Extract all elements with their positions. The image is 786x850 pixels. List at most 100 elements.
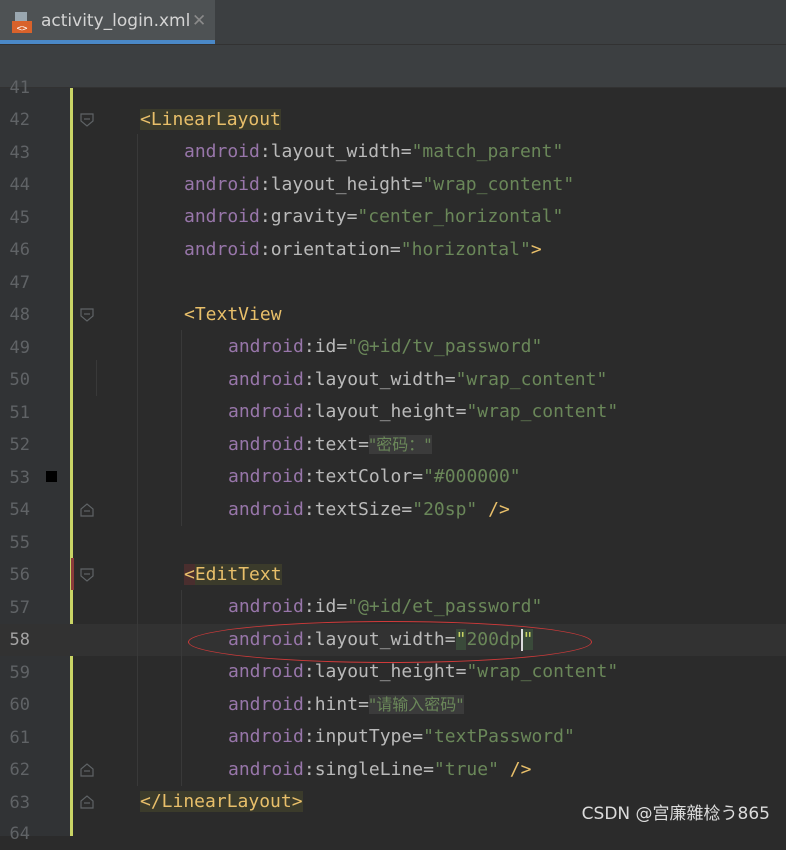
- editor-tab-bar: <> activity_login.xml ✕: [0, 0, 786, 45]
- equals: =: [346, 206, 358, 227]
- xml-tag-bracket: <: [184, 564, 195, 585]
- attribute-name: layout_width: [270, 141, 401, 162]
- colon: :: [303, 369, 315, 390]
- attribute-value: "horizontal": [400, 239, 531, 260]
- fold-icon[interactable]: [80, 503, 94, 517]
- line-number: 62: [9, 760, 30, 780]
- equals: =: [423, 759, 434, 780]
- fold-icon[interactable]: [80, 308, 94, 322]
- equals: =: [411, 174, 423, 195]
- line-number: 52: [9, 435, 30, 455]
- xml-tag-close: />: [498, 759, 532, 780]
- fold-icon[interactable]: [80, 568, 94, 582]
- equals: =: [389, 239, 401, 260]
- attribute-name: inputType: [314, 726, 413, 747]
- line-number: 60: [9, 695, 30, 715]
- namespace: android: [228, 466, 304, 487]
- line-number: 56: [9, 565, 30, 585]
- indent-guide: [137, 134, 138, 786]
- line-number: 48: [9, 305, 30, 325]
- colon: :: [303, 336, 315, 357]
- indent-guide: [181, 590, 182, 786]
- close-icon[interactable]: ✕: [192, 11, 206, 31]
- namespace: android: [228, 401, 304, 422]
- code-line-56[interactable]: <EditText: [184, 559, 282, 591]
- equals: =: [336, 336, 348, 357]
- code-line-61[interactable]: android:inputType="textPassword": [228, 721, 575, 753]
- fold-icon[interactable]: [80, 113, 94, 127]
- code-line-62[interactable]: android:singleLine="true" />: [228, 754, 531, 786]
- equals: =: [358, 694, 369, 715]
- svg-text:<>: <>: [17, 24, 28, 34]
- colon: :: [303, 726, 315, 747]
- line-number: 59: [9, 662, 30, 683]
- code-line-54[interactable]: android:textSize="20sp" />: [228, 494, 510, 526]
- attribute-value: "请输入密码": [368, 695, 464, 714]
- equals: =: [412, 726, 424, 747]
- bookmark-marker[interactable]: [46, 471, 57, 482]
- attribute-value: "match_parent": [411, 141, 564, 162]
- colon: :: [303, 434, 315, 455]
- change-marker-error: [71, 558, 74, 590]
- attribute-value: "wrap_content": [455, 369, 608, 390]
- line-number: 43: [9, 142, 30, 163]
- colon: :: [259, 206, 271, 227]
- code-line-44[interactable]: android:layout_height="wrap_content": [184, 169, 574, 201]
- code-line-51[interactable]: android:layout_height="wrap_content": [228, 396, 618, 428]
- attribute-name: hint: [314, 694, 359, 715]
- equals: =: [444, 369, 456, 390]
- line-number: 51: [9, 402, 30, 423]
- code-line-52[interactable]: android:text="密码：": [228, 429, 432, 461]
- equals: =: [401, 499, 413, 520]
- colon: :: [259, 239, 271, 260]
- line-number: 49: [9, 337, 30, 358]
- code-line-45[interactable]: android:gravity="center_horizontal": [184, 201, 563, 233]
- attribute-value: "textPassword": [423, 726, 575, 747]
- attribute-name: id: [314, 336, 337, 357]
- xml-tag-close: >: [530, 239, 542, 260]
- change-marker-bar: [70, 88, 73, 836]
- code-line-49[interactable]: android:id="@+id/tv_password": [228, 331, 542, 363]
- code-line-63[interactable]: </LinearLayout>: [140, 786, 303, 818]
- indent-guide: [181, 330, 182, 526]
- colon: :: [303, 661, 315, 682]
- xml-tag-close: />: [477, 499, 510, 520]
- namespace: android: [228, 434, 304, 455]
- code-line-53[interactable]: android:textColor="#000000": [228, 461, 521, 493]
- equals: =: [358, 434, 369, 455]
- annotation-ellipse: [188, 621, 592, 663]
- code-line-60[interactable]: android:hint="请输入密码": [228, 689, 464, 721]
- attribute-name: layout_height: [314, 661, 456, 682]
- colon: :: [259, 174, 271, 195]
- code-line-48[interactable]: <TextView: [184, 299, 282, 331]
- fold-icon[interactable]: [80, 763, 94, 777]
- equals: =: [455, 661, 467, 682]
- code-line-50[interactable]: android:layout_width="wrap_content": [228, 364, 607, 396]
- line-number: 45: [9, 207, 30, 228]
- line-number: 46: [9, 240, 30, 260]
- tab-activity-login[interactable]: <> activity_login.xml ✕: [0, 0, 215, 44]
- code-line-42[interactable]: <LinearLayout: [140, 104, 281, 136]
- code-line-46[interactable]: android:orientation="horizontal">: [184, 234, 542, 266]
- namespace: android: [228, 759, 304, 780]
- namespace: android: [228, 596, 304, 617]
- equals: =: [336, 596, 348, 617]
- colon: :: [303, 499, 315, 520]
- fold-icon[interactable]: [80, 795, 94, 809]
- code-line-57[interactable]: android:id="@+id/et_password": [228, 591, 542, 623]
- watermark: CSDN @宫廉雜棯う865: [581, 804, 770, 824]
- namespace: android: [184, 141, 260, 162]
- line-number: 57: [9, 597, 30, 618]
- namespace: android: [228, 694, 304, 715]
- code-line-43[interactable]: android:layout_width="match_parent": [184, 136, 563, 168]
- colon: :: [303, 401, 315, 422]
- line-number: 54: [9, 500, 30, 520]
- namespace: android: [184, 174, 260, 195]
- namespace: android: [228, 726, 304, 747]
- line-number: 44: [9, 175, 30, 195]
- attribute-name: orientation: [270, 239, 390, 260]
- attribute-value: "wrap_content": [466, 661, 619, 682]
- attribute-value: "20sp": [412, 499, 478, 520]
- attribute-value: "密码：": [368, 435, 432, 454]
- equals: =: [455, 401, 467, 422]
